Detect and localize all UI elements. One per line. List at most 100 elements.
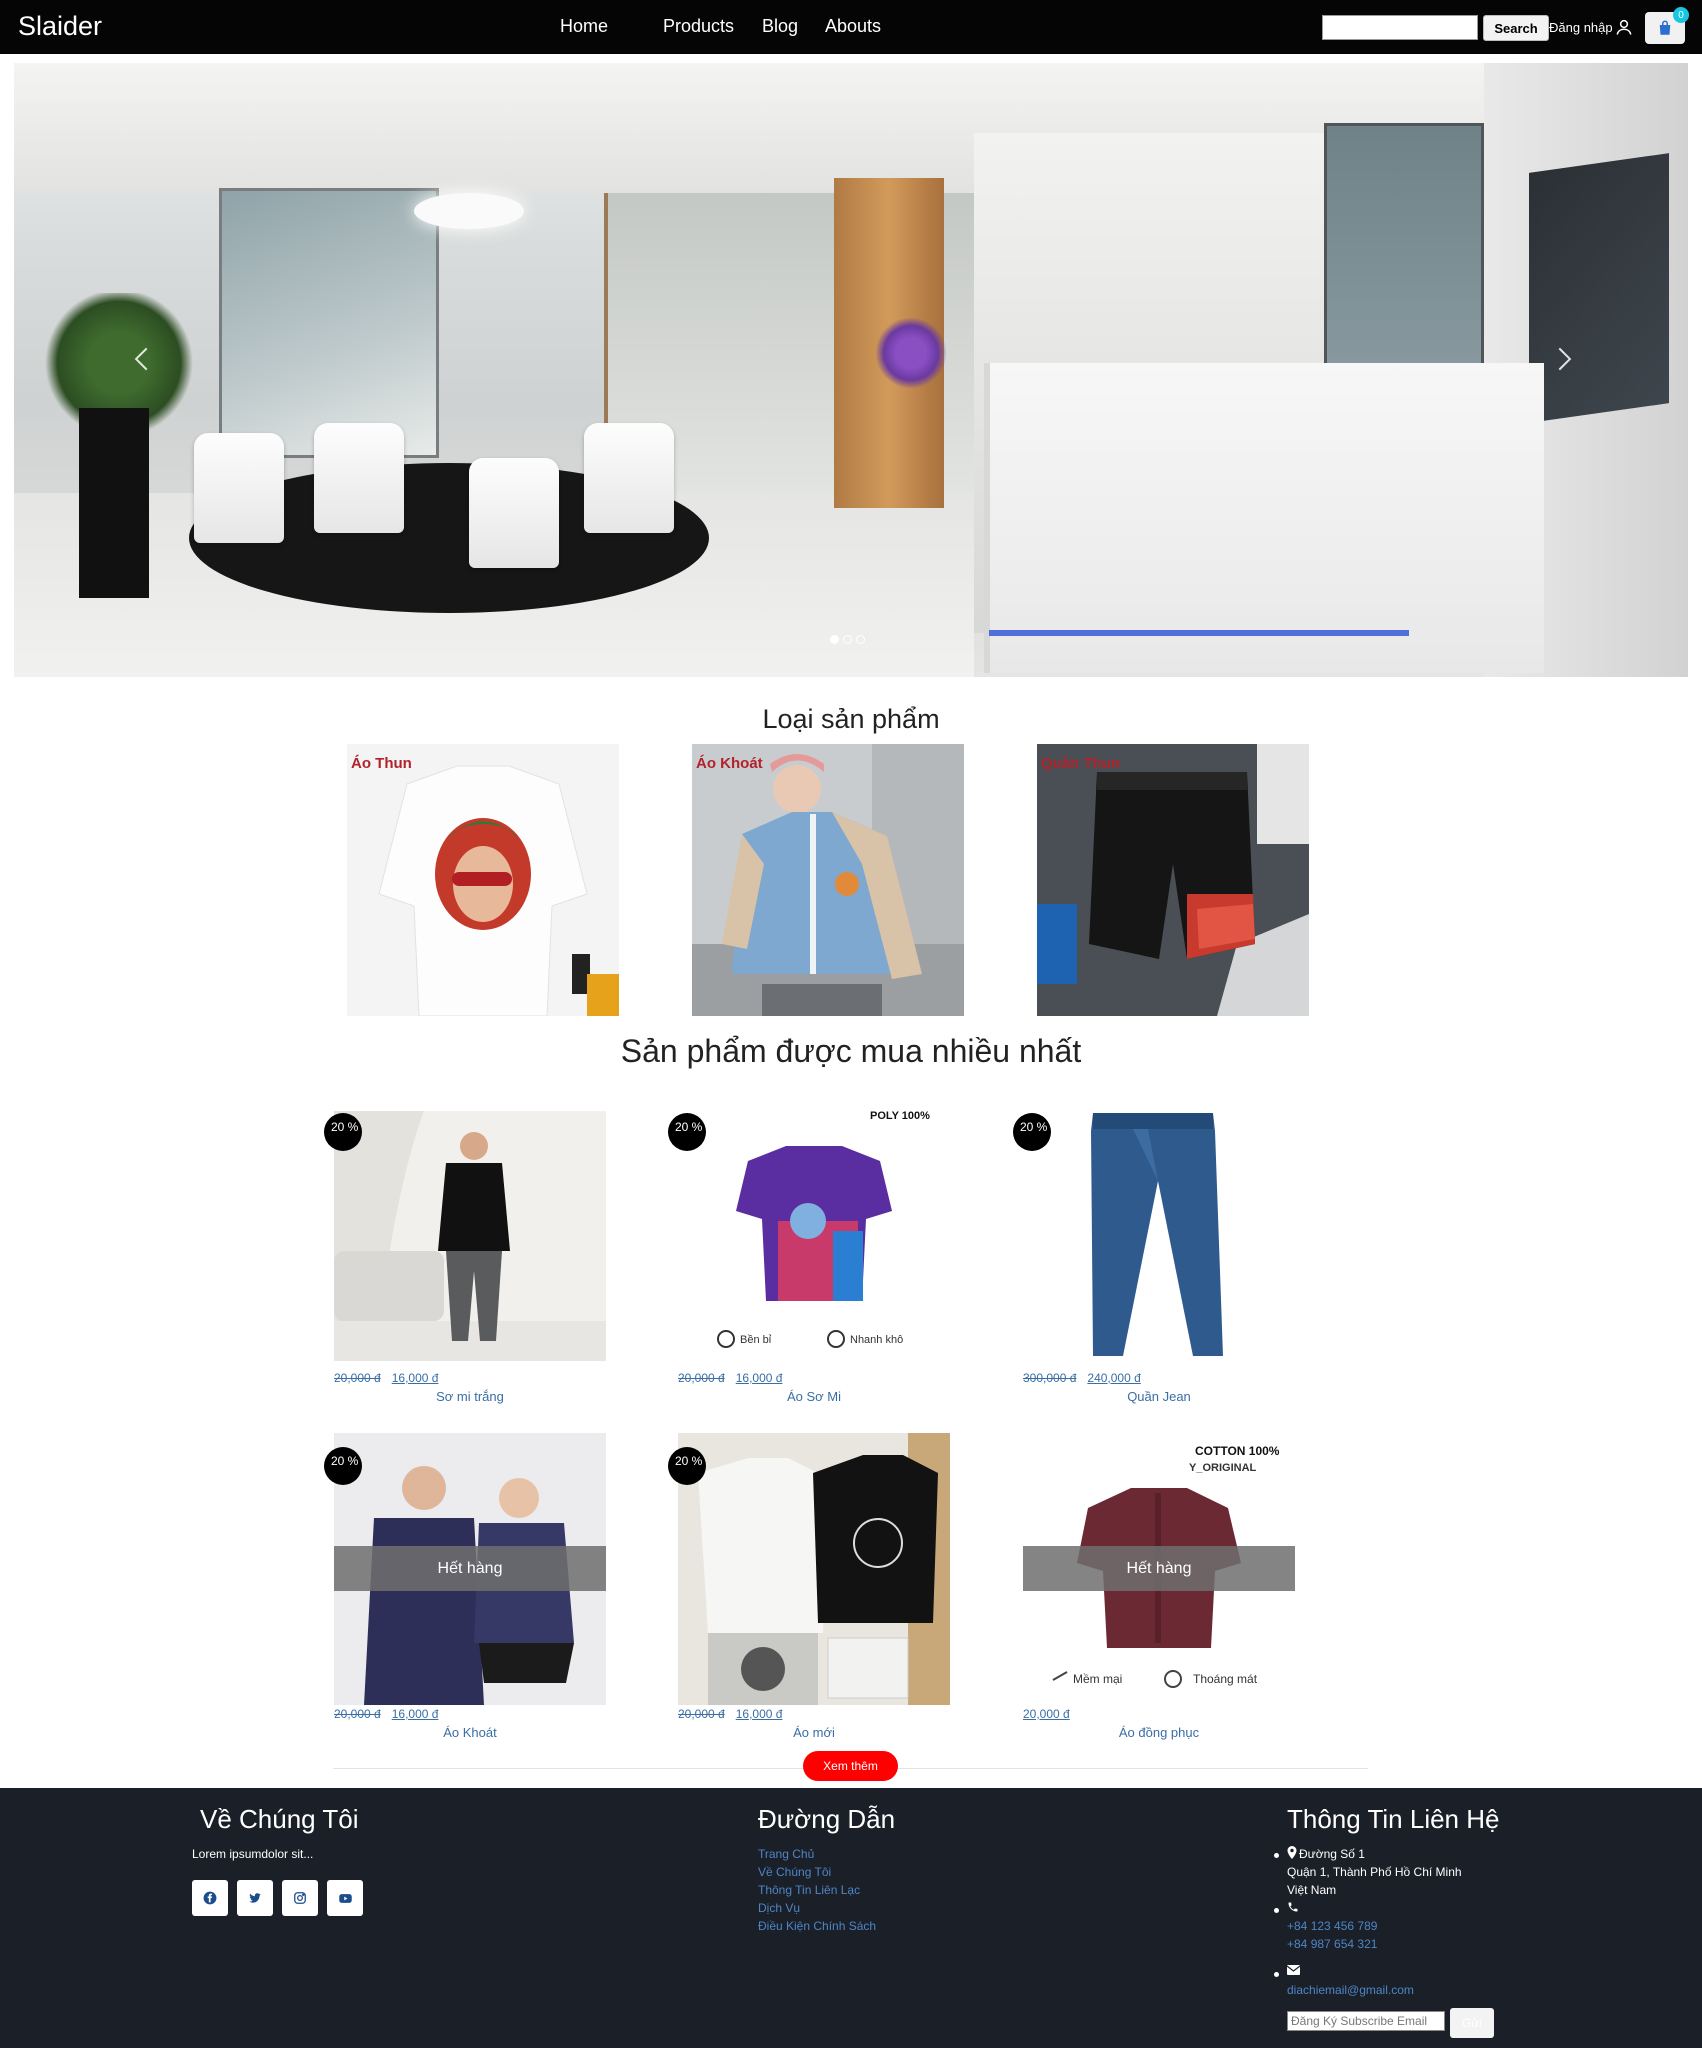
list-bullet xyxy=(1274,1908,1279,1913)
new-price[interactable]: 16,000 đ xyxy=(392,1707,439,1721)
old-price: 20,000 đ xyxy=(678,1371,725,1385)
product-name[interactable]: Quần Jean xyxy=(1023,1389,1295,1404)
hero-chair xyxy=(469,458,559,568)
product-image-ao-moi[interactable] xyxy=(678,1433,950,1705)
product-name[interactable]: Áo mới xyxy=(678,1725,950,1740)
feature-1: Mềm mại xyxy=(1073,1672,1122,1686)
facebook-icon xyxy=(203,1891,217,1905)
new-price[interactable]: 20,000 đ xyxy=(1023,1707,1070,1721)
twitter-button[interactable] xyxy=(237,1880,273,1916)
nav-products[interactable]: Products xyxy=(663,16,734,37)
slider-dot[interactable] xyxy=(830,635,839,644)
nav-blog[interactable]: Blog xyxy=(762,16,798,37)
product-name[interactable]: Áo Khoát xyxy=(334,1725,606,1740)
old-price: 300,000 đ xyxy=(1023,1371,1077,1385)
address-line-1: Đường Số 1 xyxy=(1299,1847,1365,1861)
hero-orchid xyxy=(876,318,946,388)
price-row: 300,000 đ 240,000 đ xyxy=(1023,1371,1141,1385)
nav-home[interactable]: Home xyxy=(560,16,608,37)
product-photo xyxy=(334,1111,606,1361)
product-photo xyxy=(678,1433,950,1705)
product-name[interactable]: Sơ mi trắng xyxy=(334,1389,606,1404)
footer-about-text: Lorem ipsumdolor sit... xyxy=(192,1847,314,1861)
jacket-image xyxy=(692,744,964,1016)
envelope-icon xyxy=(1287,1965,1300,1975)
phone-icon xyxy=(1288,1902,1298,1912)
new-price[interactable]: 240,000 đ xyxy=(1087,1371,1140,1385)
product-name[interactable]: Áo đồng phục xyxy=(1023,1725,1295,1740)
discount-badge: 20 % xyxy=(324,1113,362,1151)
subscribe-button[interactable]: Gửi xyxy=(1450,2008,1494,2038)
category-label: Quần Thun xyxy=(1041,755,1121,772)
cart-button[interactable]: 0 xyxy=(1645,7,1689,44)
slider-indicators xyxy=(830,635,865,644)
product-image-ao-dong-phuc[interactable]: COTTON 100% Y_ORIGINAL Mềm mại Thoáng má… xyxy=(1023,1433,1295,1705)
slider-dot[interactable] xyxy=(843,635,852,644)
subscribe-email-input[interactable]: Đăng Ký Subscribe Email xyxy=(1287,2011,1445,2031)
user-icon xyxy=(1616,19,1632,35)
instagram-icon xyxy=(294,1892,306,1904)
sold-out-overlay: Hết hàng xyxy=(334,1546,606,1591)
footer-about-title: Về Chúng Tôi xyxy=(200,1804,359,1834)
tag-top: COTTON 100% xyxy=(1195,1444,1280,1458)
category-card-ao-thun[interactable]: Áo Thun xyxy=(347,744,619,1016)
sold-out-overlay: Hết hàng xyxy=(1023,1546,1295,1591)
feature-1: Bền bỉ xyxy=(740,1334,772,1346)
search-button[interactable]: Search xyxy=(1483,15,1549,41)
cart-count-badge: 0 xyxy=(1673,7,1689,23)
category-label: Áo Khoát xyxy=(696,755,763,772)
categories-title: Loại sản phẩm xyxy=(762,704,940,734)
feature-2: Thoáng mát xyxy=(1193,1672,1258,1686)
hero-desk-light xyxy=(989,630,1409,636)
hero-lamp xyxy=(414,193,524,229)
product-photo: POLY 100% Bền bỉ Nhanh khô xyxy=(678,1111,950,1361)
footer-link-ve-chung-toi[interactable]: Về Chúng Tôi xyxy=(758,1865,831,1879)
category-card-ao-khoat[interactable]: Áo Khoát xyxy=(692,744,964,1016)
hero-chair xyxy=(584,423,674,533)
product-name[interactable]: Áo Sơ Mi xyxy=(678,1389,950,1404)
youtube-icon xyxy=(338,1893,352,1903)
price-row: 20,000 đ 16,000 đ xyxy=(678,1371,782,1385)
tag-top: POLY 100% xyxy=(870,1111,930,1122)
nav-abouts[interactable]: Abouts xyxy=(825,16,881,37)
category-card-quan-thun[interactable]: Quần Thun xyxy=(1037,744,1309,1016)
youtube-button[interactable] xyxy=(327,1880,363,1916)
search-input[interactable] xyxy=(1322,15,1478,40)
product-photo xyxy=(1023,1111,1295,1361)
old-price: 20,000 đ xyxy=(334,1707,381,1721)
new-price[interactable]: 16,000 đ xyxy=(736,1371,783,1385)
footer-link-trang-chu[interactable]: Trang Chủ xyxy=(758,1847,814,1861)
best-sellers-title: Sản phẩm được mua nhiều nhất xyxy=(620,1033,1082,1069)
phone-2-link[interactable]: +84 987 654 321 xyxy=(1287,1937,1377,1951)
new-price[interactable]: 16,000 đ xyxy=(736,1707,783,1721)
footer-contact-title: Thông Tin Liên Hệ xyxy=(1287,1804,1500,1834)
login-link[interactable]: Đăng nhập xyxy=(1549,18,1633,36)
shorts-image xyxy=(1037,744,1309,1016)
footer-link-dieu-kien-chinh-sach[interactable]: Điều Kiện Chính Sách xyxy=(758,1919,876,1933)
view-more-button[interactable]: Xem thêm xyxy=(803,1751,898,1781)
product-image-so-mi-trang[interactable] xyxy=(334,1111,606,1361)
list-bullet xyxy=(1274,1853,1279,1858)
hero-chair xyxy=(194,433,284,543)
footer-link-dich-vu[interactable]: Dịch Vụ xyxy=(758,1901,800,1915)
product-image-quan-jean[interactable] xyxy=(1023,1111,1295,1361)
slider-dot[interactable] xyxy=(856,635,865,644)
facebook-button[interactable] xyxy=(192,1880,228,1916)
instagram-button[interactable] xyxy=(282,1880,318,1916)
new-price[interactable]: 16,000 đ xyxy=(392,1371,439,1385)
address-line-3: Việt Nam xyxy=(1287,1883,1337,1897)
price-row: 20,000 đ xyxy=(1023,1707,1070,1721)
product-image-ao-so-mi[interactable]: POLY 100% Bền bỉ Nhanh khô xyxy=(678,1111,950,1361)
email-link[interactable]: diachiemail@gmail.com xyxy=(1287,1983,1414,1997)
phone-1-link[interactable]: +84 123 456 789 xyxy=(1287,1919,1377,1933)
discount-badge: 20 % xyxy=(1013,1113,1051,1151)
twitter-icon xyxy=(249,1893,261,1903)
price-row: 20,000 đ 16,000 đ xyxy=(678,1707,782,1721)
product-image-ao-khoat[interactable]: Hết hàng xyxy=(334,1433,606,1705)
footer-link-thong-tin-lien-lac[interactable]: Thông Tin Liên Lạc xyxy=(758,1883,860,1897)
category-label: Áo Thun xyxy=(351,755,412,772)
shopping-bag-icon xyxy=(1659,20,1671,35)
price-row: 20,000 đ 16,000 đ xyxy=(334,1707,438,1721)
address-line-2: Quận 1, Thành Phố Hồ Chí Minh xyxy=(1287,1865,1462,1879)
tag-sub: Y_ORIGINAL xyxy=(1189,1462,1257,1474)
